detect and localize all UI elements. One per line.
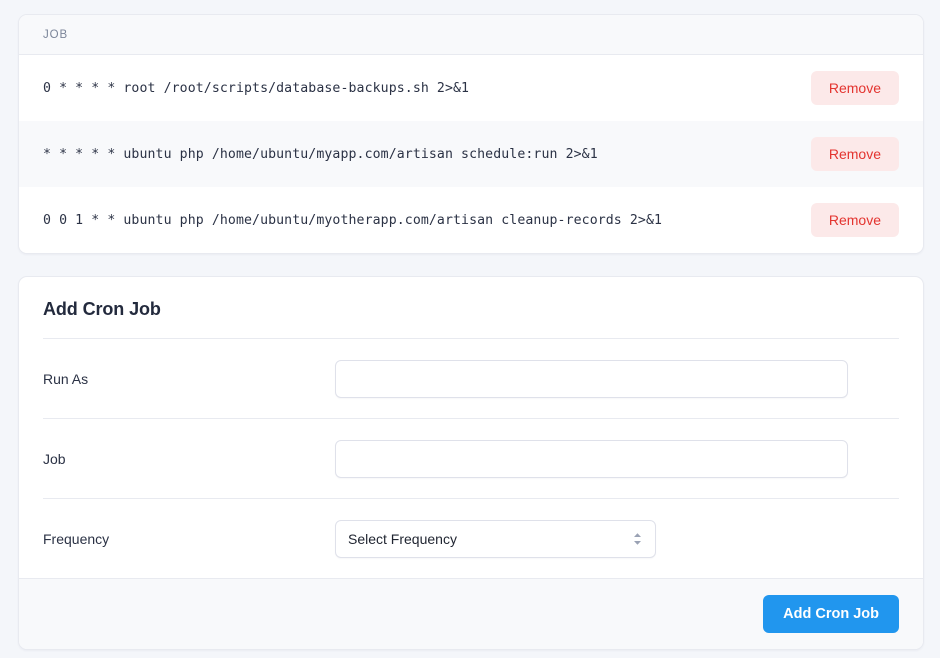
- table-row: 0 * * * * root /root/scripts/database-ba…: [19, 55, 923, 121]
- remove-job-button[interactable]: Remove: [810, 137, 899, 171]
- form-row-job: Job: [19, 419, 923, 498]
- page-title: Add Cron Job: [43, 299, 161, 319]
- frequency-control: Select Frequency: [335, 519, 899, 558]
- run-as-label: Run As: [43, 370, 89, 387]
- job-command-text: * * * * * ubuntu php /home/ubuntu/myapp.…: [43, 146, 598, 162]
- job-label: Job: [43, 450, 66, 467]
- job-command-text: 0 0 1 * * ubuntu php /home/ubuntu/myothe…: [43, 212, 663, 228]
- frequency-selected-value: Select Frequency: [348, 530, 457, 547]
- page-container: JOB 0 * * * * root /root/scripts/databas…: [0, 0, 940, 658]
- frequency-label: Frequency: [43, 530, 110, 547]
- column-header-job: JOB: [43, 28, 69, 41]
- run-as-control: [335, 359, 899, 398]
- add-cron-job-card: Add Cron Job Run As Job Frequency Select…: [18, 276, 924, 650]
- frequency-select[interactable]: Select Frequency: [335, 519, 656, 558]
- run-as-input[interactable]: [335, 359, 848, 398]
- job-control: [335, 439, 899, 478]
- jobs-table-header: JOB: [19, 15, 923, 55]
- add-cron-job-button[interactable]: Add Cron Job: [763, 595, 899, 633]
- add-cron-job-footer: Add Cron Job: [19, 578, 923, 649]
- table-row: 0 0 1 * * ubuntu php /home/ubuntu/myothe…: [19, 187, 923, 253]
- form-row-run-as: Run As: [19, 339, 923, 418]
- remove-job-button[interactable]: Remove: [810, 71, 899, 105]
- table-row: * * * * * ubuntu php /home/ubuntu/myapp.…: [19, 121, 923, 187]
- job-command-text: 0 * * * * root /root/scripts/database-ba…: [43, 80, 470, 96]
- frequency-select-wrap: Select Frequency: [335, 519, 656, 558]
- add-cron-job-title-wrap: Add Cron Job: [19, 277, 923, 338]
- remove-job-button[interactable]: Remove: [810, 203, 899, 237]
- form-row-frequency: Frequency Select Frequency: [19, 499, 923, 578]
- cron-jobs-card: JOB 0 * * * * root /root/scripts/databas…: [18, 14, 924, 254]
- chevron-up-down-icon: [631, 530, 643, 548]
- job-input[interactable]: [335, 439, 848, 478]
